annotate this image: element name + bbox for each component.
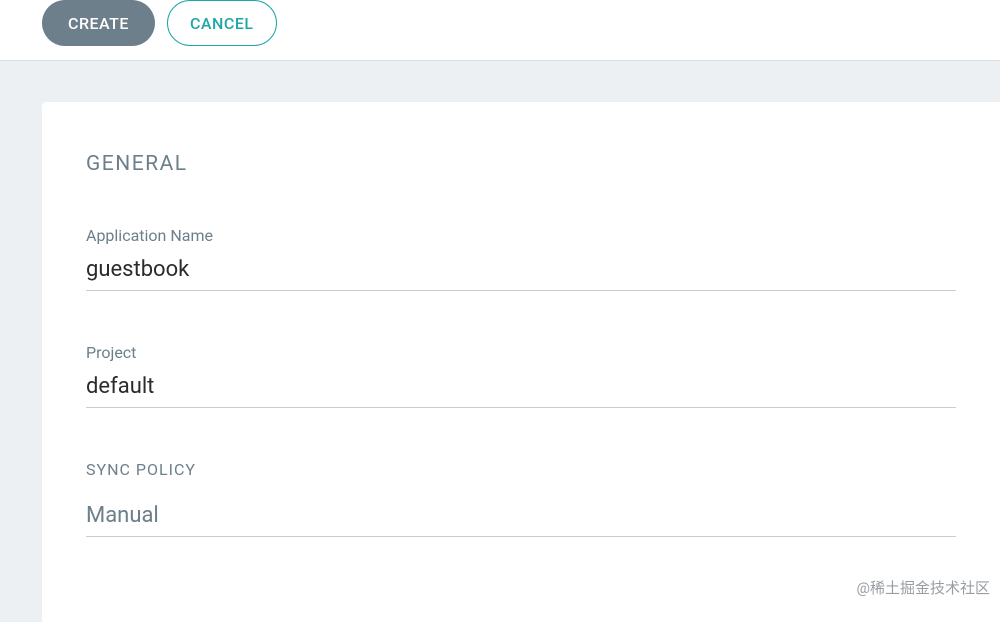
watermark-text: @稀土掘金技术社区 bbox=[857, 577, 990, 598]
application-name-group: Application Name bbox=[86, 226, 956, 291]
create-button[interactable]: CREATE bbox=[42, 0, 155, 46]
project-label: Project bbox=[86, 343, 956, 362]
form-panel: GENERAL Application Name Project SYNC PO… bbox=[42, 102, 1000, 622]
sync-policy-value: Manual bbox=[86, 503, 956, 537]
header-bar: CREATE CANCEL bbox=[0, 0, 1000, 61]
sync-policy-heading: SYNC POLICY bbox=[86, 460, 956, 479]
project-input[interactable] bbox=[86, 370, 956, 408]
cancel-button[interactable]: CANCEL bbox=[167, 0, 277, 46]
application-name-label: Application Name bbox=[86, 226, 956, 245]
application-name-input[interactable] bbox=[86, 253, 956, 291]
project-group: Project bbox=[86, 343, 956, 408]
general-section-heading: GENERAL bbox=[86, 152, 956, 176]
header-buttons: CREATE CANCEL bbox=[42, 0, 1000, 46]
sync-policy-select[interactable]: Manual bbox=[86, 503, 956, 537]
